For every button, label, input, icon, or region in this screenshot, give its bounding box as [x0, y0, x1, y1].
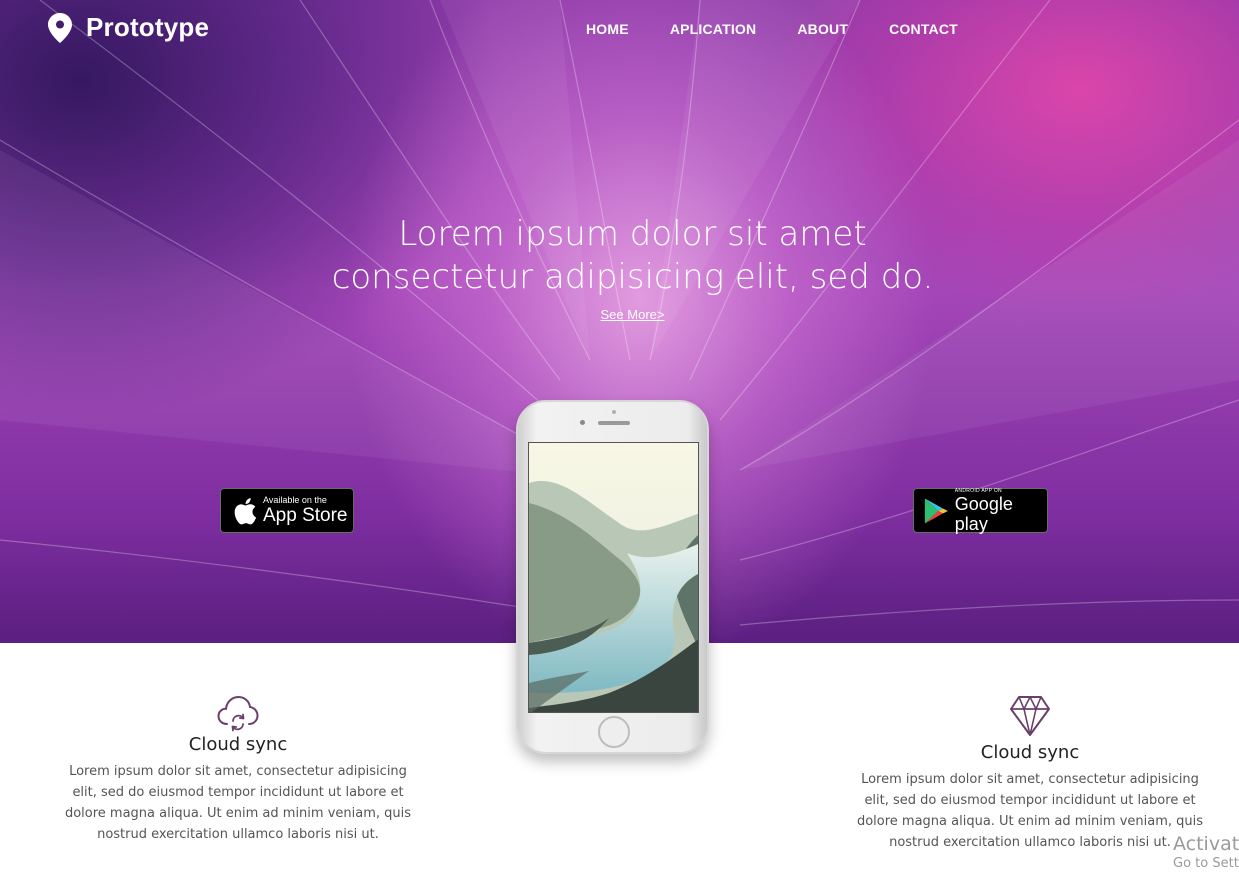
apple-logo-icon	[234, 497, 257, 524]
nav-about[interactable]: ABOUT	[797, 21, 848, 37]
phone-camera	[580, 420, 585, 425]
see-more-link[interactable]: See More>	[0, 307, 1239, 322]
feature-description: Lorem ipsum dolor sit amet, consectetur …	[856, 772, 1204, 850]
location-pin-icon	[48, 12, 72, 43]
phone-mockup	[516, 400, 709, 754]
brand-logo[interactable]: Prototype	[48, 12, 209, 43]
appstore-big-text: App Store	[263, 505, 348, 526]
phone-home-button	[598, 716, 630, 748]
hero-headline-line2: consectetur adipisicing elit, sed do.	[331, 257, 934, 297]
cloud-sync-icon	[217, 695, 259, 732]
feature-title: Cloud sync	[980, 742, 1080, 763]
nav-home[interactable]: HOME	[586, 21, 629, 37]
phone-speaker	[598, 421, 630, 425]
feature-title: Cloud sync	[188, 734, 288, 755]
activation-watermark: Activate Go to Sett	[1173, 833, 1239, 873]
gplay-big-text: Google play	[954, 493, 1013, 534]
app-store-badge[interactable]: Available on the App Store	[220, 488, 354, 533]
fjord-landscape-image	[529, 443, 698, 712]
phone-screen-image	[528, 442, 699, 713]
phone-sensor	[612, 410, 616, 414]
google-play-icon	[924, 498, 948, 523]
feature-cloud-sync: Cloud sync Lorem ipsum dolor sit amet, c…	[58, 694, 418, 845]
appstore-small-text: Available on the	[263, 495, 327, 505]
diamond-icon	[1010, 696, 1050, 736]
nav-application[interactable]: APLICATION	[670, 21, 757, 37]
brand-name: Prototype	[86, 12, 210, 42]
hero-headline-line1: Lorem ipsum dolor sit amet	[398, 214, 867, 254]
feature-description: Lorem ipsum dolor sit amet, consectetur …	[64, 764, 412, 842]
nav-contact[interactable]: CONTACT	[889, 21, 958, 37]
feature-diamond: Cloud sync Lorem ipsum dolor sit amet, c…	[850, 694, 1210, 853]
hero-headline: Lorem ipsum dolor sit amet consectetur a…	[0, 213, 1239, 299]
watermark-line2: Go to Sett	[1173, 856, 1239, 871]
watermark-line1: Activate	[1173, 833, 1239, 855]
google-play-badge[interactable]: ANDROID APP ON Google play	[913, 488, 1048, 534]
main-nav: HOME APLICATION ABOUT CONTACT	[586, 21, 999, 37]
